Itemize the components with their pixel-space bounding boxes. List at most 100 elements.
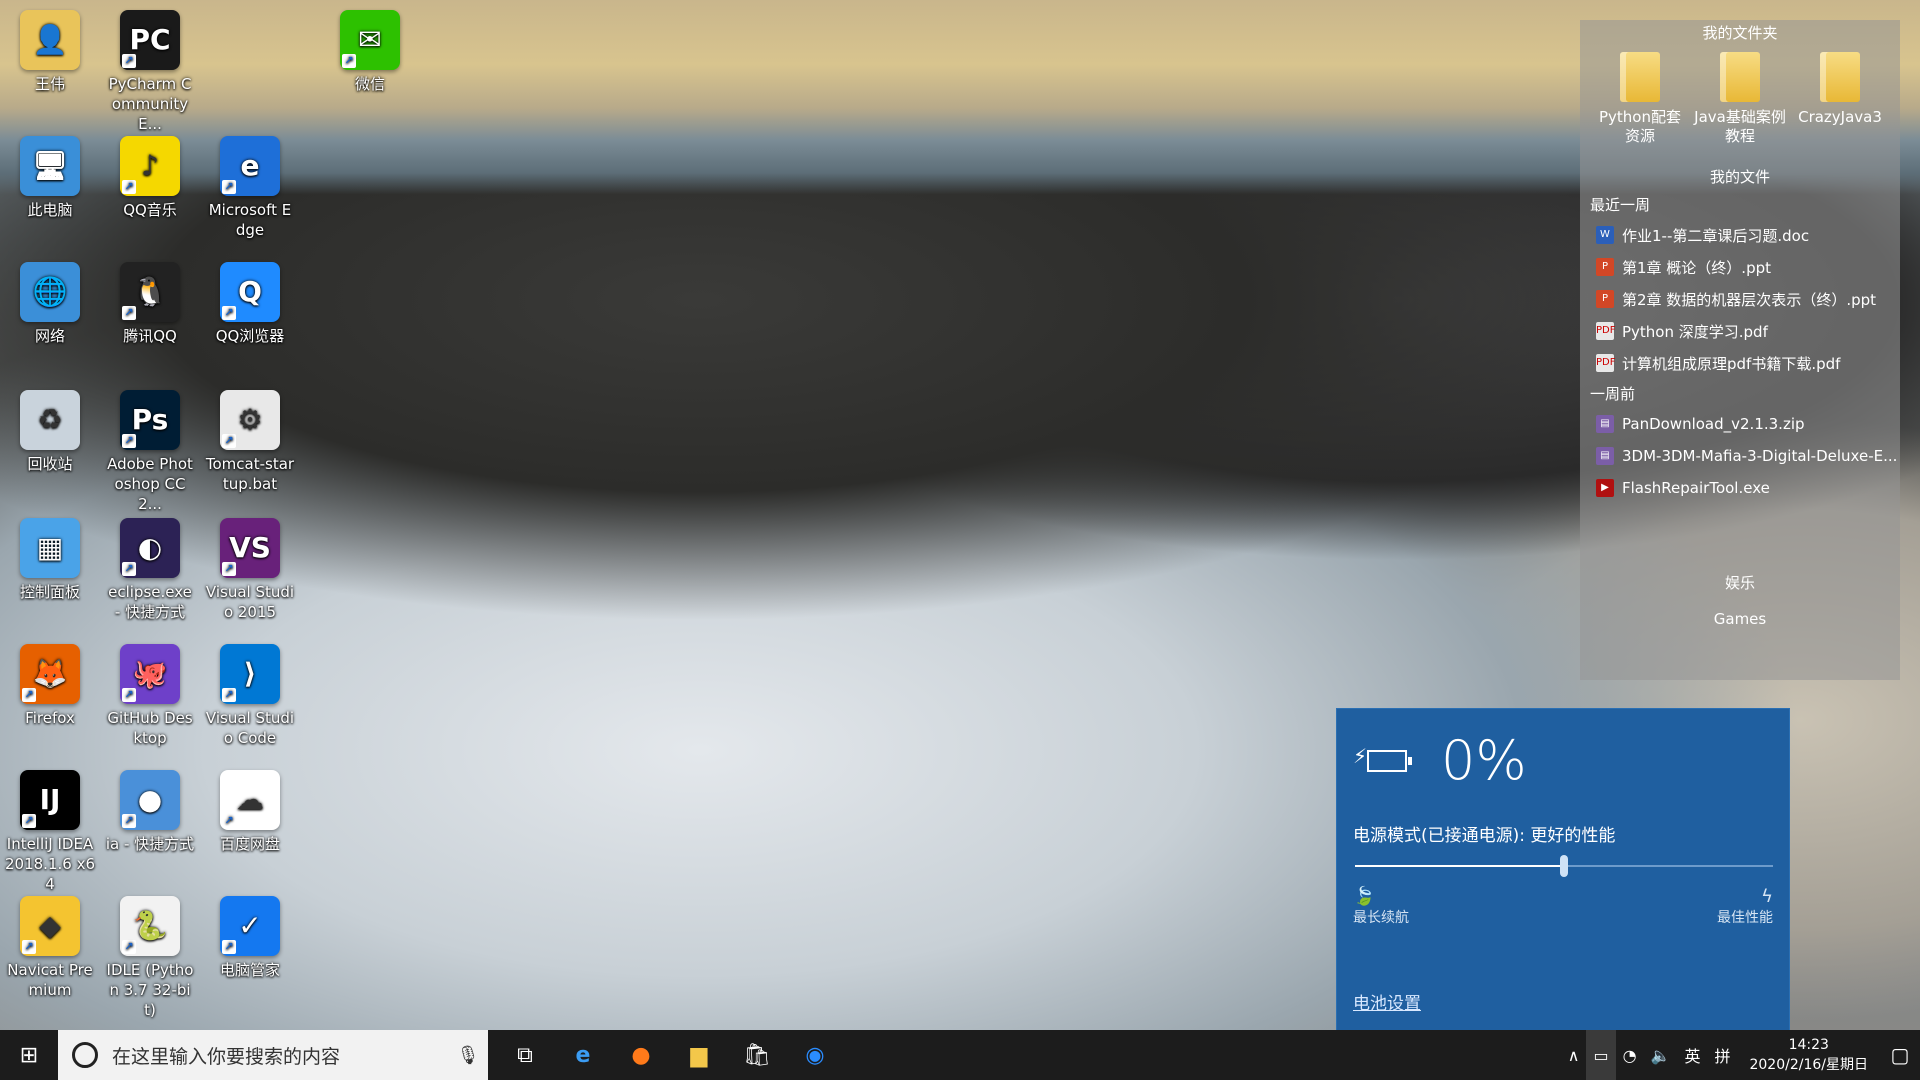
- folder-label: Python配套资源: [1599, 108, 1681, 145]
- ime-language-button[interactable]: 英: [1677, 1030, 1707, 1080]
- ia-shortcut-icon: ● ↗: [120, 770, 180, 830]
- windows-logo-icon: ⊞: [19, 1042, 39, 1068]
- desktop-icon-vscode[interactable]: ⟩ ↗ Visual Studio Code: [202, 644, 298, 748]
- desktop-icon-recycle-bin[interactable]: ♻ 回收站: [2, 390, 98, 474]
- shortcut-arrow-icon: ↗: [222, 306, 236, 320]
- desktop-icon-photoshop[interactable]: Ps ↗ Adobe Photoshop CC 2...: [102, 390, 198, 514]
- baidu-netdisk-icon: ☁ ↗: [220, 770, 280, 830]
- shortcut-arrow-icon: ↗: [122, 814, 136, 828]
- desktop-icon-eclipse[interactable]: ◐ ↗ eclipse.exe - 快捷方式: [102, 518, 198, 622]
- show-hidden-icons-button[interactable]: ∧: [1561, 1030, 1587, 1080]
- fence-folder-item[interactable]: Java基础案例教程: [1692, 52, 1788, 146]
- desktop-icon-github-desktop[interactable]: 🐙 ↗ GitHub Desktop: [102, 644, 198, 748]
- desktop-icon-pc-manager[interactable]: ✓ ↗ 电脑管家: [202, 896, 298, 980]
- fence-file-item[interactable]: PDF 计算机组成原理pdf书籍下载.pdf: [1580, 347, 1900, 379]
- recent-week-header: 最近一周: [1590, 196, 1651, 214]
- pdf-file-icon: PDF: [1596, 322, 1615, 340]
- zip-file-icon: ▤: [1596, 415, 1614, 433]
- desktop-icon-baidu-netdisk[interactable]: ☁ ↗ 百度网盘: [202, 770, 298, 854]
- desktop-icon-label: PyCharm Community E...: [108, 75, 192, 133]
- ime-mode-button[interactable]: 拼: [1707, 1030, 1737, 1080]
- fence-file-item[interactable]: P 第1章 概论（终）.ppt: [1580, 251, 1900, 283]
- desktop-icon-network[interactable]: 🌐 网络: [2, 262, 98, 346]
- folder-icon: [1720, 52, 1760, 102]
- shortcut-arrow-icon: ↗: [222, 562, 236, 576]
- exe-file-icon: ▶: [1596, 479, 1614, 497]
- pdf-file-icon: PDF: [1596, 354, 1615, 372]
- desktop-icon-navicat[interactable]: ◆ ↗ Navicat Premium: [2, 896, 98, 1000]
- desktop-icon-this-pc[interactable]: 🖥 此电脑: [2, 136, 98, 220]
- week-ago-header: 一周前: [1590, 385, 1636, 403]
- fence-file-item[interactable]: P 第2章 数据的机器层次表示（终）.ppt: [1580, 283, 1900, 315]
- desktop-icon-qq-browser[interactable]: Q ↗ QQ浏览器: [202, 262, 298, 346]
- navicat-icon: ◆ ↗: [20, 896, 80, 956]
- desktop-icon-qq-music[interactable]: ♪ ↗ QQ音乐: [102, 136, 198, 220]
- desktop-icon-label: Visual Studio 2015: [205, 583, 295, 621]
- desktop-icon-label: 网络: [34, 327, 65, 345]
- taskbar-file-explorer-button[interactable]: ▆: [670, 1030, 728, 1080]
- qq-browser-icon: ◉: [805, 1042, 825, 1068]
- microphone-icon[interactable]: 🎙: [448, 1045, 488, 1066]
- fence-file-item[interactable]: ▶ FlashRepairTool.exe: [1580, 472, 1900, 504]
- network-tray-button[interactable]: ◔: [1616, 1030, 1644, 1080]
- my-files-header: 我的文件: [1709, 168, 1770, 186]
- desktop-icon-pycharm[interactable]: PC ↗ PyCharm Community E...: [102, 10, 198, 134]
- shortcut-arrow-icon: ↗: [22, 688, 36, 702]
- fence-file-item[interactable]: PDF Python 深度学习.pdf: [1580, 315, 1900, 347]
- fence-folder-item[interactable]: Python配套资源: [1592, 52, 1688, 146]
- taskbar-store-button[interactable]: 🛍: [728, 1030, 786, 1080]
- desktop-icon-label: ia - 快捷方式: [105, 835, 195, 853]
- fence-file-item[interactable]: W 作业1--第二章课后习题.doc: [1580, 219, 1900, 251]
- desktop-icon-wechat[interactable]: ✉ ↗ 微信: [322, 10, 418, 94]
- chevron-up-icon: ∧: [1567, 1045, 1580, 1065]
- desktop-icon-bat-file[interactable]: ⚙ ↗ Tomcat-startup.bat: [202, 390, 298, 494]
- taskbar-firefox-button[interactable]: ●: [612, 1030, 670, 1080]
- desktop-icon-edge[interactable]: e ↗ Microsoft Edge: [202, 136, 298, 240]
- start-button[interactable]: ⊞: [0, 1030, 58, 1080]
- taskbar: ⊞ 在这里输入你要搜索的内容 🎙 ⧉ e ● ▆ 🛍 ◉ ∧ ▭ ◔ 🔈 英 拼…: [0, 1030, 1920, 1080]
- desktop-icon-ia-shortcut[interactable]: ● ↗ ia - 快捷方式: [102, 770, 198, 854]
- desktop-icon-label: 腾讯QQ: [123, 327, 177, 345]
- task-view-button[interactable]: ⧉: [496, 1030, 554, 1080]
- visual-studio-icon: VS ↗: [220, 518, 280, 578]
- folder-icon: ▆: [690, 1042, 708, 1068]
- power-slider-thumb[interactable]: [1560, 855, 1568, 877]
- taskbar-edge-button[interactable]: e: [554, 1030, 612, 1080]
- desktop-icon-python-idle[interactable]: 🐍 ↗ IDLE (Python 3.7 32-bit): [102, 896, 198, 1020]
- my-folder-header: 我的文件夹: [1702, 24, 1778, 42]
- taskbar-qq-browser-button[interactable]: ◉: [786, 1030, 844, 1080]
- desktop-icon-label: QQ浏览器: [215, 327, 285, 345]
- shortcut-arrow-icon: ↗: [122, 180, 136, 194]
- desktop-icon-firefox[interactable]: 🦊 ↗ Firefox: [2, 644, 98, 728]
- lightning-icon: ϟ: [1761, 886, 1773, 907]
- fence-file-item[interactable]: ▤ 3DM-3DM-Mafia-3-Digital-Deluxe-E...: [1580, 440, 1900, 472]
- action-center-button[interactable]: ▢: [1880, 1030, 1920, 1080]
- folder-label: Java基础案例教程: [1694, 108, 1786, 145]
- desktop-icon-qq[interactable]: 🐧 ↗ 腾讯QQ: [102, 262, 198, 346]
- powerpoint-file-icon: P: [1596, 258, 1614, 276]
- desktop-icon-label: 控制面板: [19, 583, 80, 601]
- search-box[interactable]: 在这里输入你要搜索的内容 🎙: [58, 1030, 488, 1080]
- desktop-icon-intellij[interactable]: IJ ↗ IntelliJ IDEA 2018.1.6 x64: [2, 770, 98, 894]
- file-label: 3DM-3DM-Mafia-3-Digital-Deluxe-E...: [1622, 447, 1898, 465]
- zip-file-icon: ▤: [1596, 447, 1614, 465]
- shortcut-arrow-icon: ↗: [342, 54, 356, 68]
- desktop-icon-control-panel[interactable]: ▦ 控制面板: [2, 518, 98, 602]
- battery-tray-button[interactable]: ▭: [1586, 1030, 1616, 1080]
- entertainment-header: 娱乐: [1724, 574, 1755, 592]
- clock[interactable]: 14:23 2020/2/16/星期日: [1737, 1035, 1880, 1075]
- battery-settings-link[interactable]: 电池设置: [1353, 989, 1421, 1014]
- fence-file-item[interactable]: ▤ PanDownload_v2.1.3.zip: [1580, 408, 1900, 440]
- this-pc-icon: 🖥: [20, 136, 80, 196]
- fence-folder-item[interactable]: CrazyJava3: [1792, 52, 1888, 146]
- games-header[interactable]: Games: [1580, 606, 1900, 632]
- battery-flyout: ⚡ 0% 电源模式(已接通电源): 更好的性能 🍃 最长续航 ϟ 最佳性能 电池…: [1336, 708, 1790, 1032]
- desktop-icon-label: 百度网盘: [219, 835, 280, 853]
- qq-browser-icon: Q ↗: [220, 262, 280, 322]
- desktop-icon-user-folder[interactable]: 👤 王伟: [2, 10, 98, 94]
- desktop-icon-visual-studio[interactable]: VS ↗ Visual Studio 2015: [202, 518, 298, 622]
- power-mode-slider[interactable]: [1355, 855, 1773, 877]
- recycle-bin-icon: ♻: [20, 390, 80, 450]
- desktop-icon-label: 微信: [354, 75, 385, 93]
- volume-tray-button[interactable]: 🔈: [1644, 1030, 1678, 1080]
